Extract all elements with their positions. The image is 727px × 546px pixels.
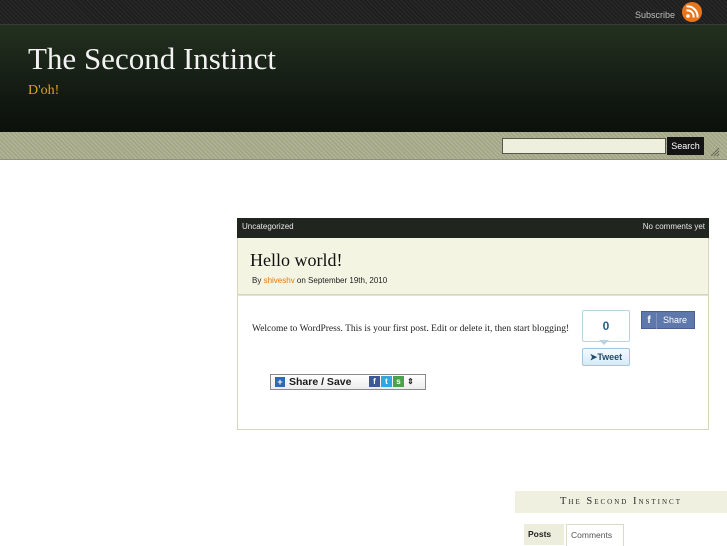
delicious-small-icon: s <box>393 376 404 387</box>
facebook-share-label: Share <box>663 315 688 325</box>
site-header: The Second Instinct D'oh! <box>0 24 727 133</box>
share-save-button[interactable]: + Share / Save f t s ⇕ <box>270 374 426 390</box>
post-header: Hello world! By shiveshv on September 19… <box>237 238 709 295</box>
post-date: on September 19th, 2010 <box>294 276 388 285</box>
search-input[interactable] <box>502 138 666 154</box>
share-save-label: Share / Save <box>289 376 352 388</box>
post-body: Welcome to WordPress. This is your first… <box>237 295 709 430</box>
share-plus-icon: + <box>275 377 285 387</box>
tweet-count-pointer <box>599 340 609 345</box>
tab-comments[interactable]: Comments <box>566 524 624 546</box>
post-content: Welcome to WordPress. This is your first… <box>252 324 570 334</box>
tab-posts[interactable]: Posts <box>524 524 564 545</box>
author-link[interactable]: shiveshv <box>264 276 295 285</box>
post-byline: By shiveshv on September 19th, 2010 <box>252 276 387 285</box>
resize-grip-icon <box>710 147 720 157</box>
facebook-share-button[interactable]: f Share <box>641 311 695 329</box>
sidebar-widget-title: The Second Instinct <box>515 491 727 513</box>
post-comments-link[interactable]: No comments yet <box>643 222 705 231</box>
top-bar: Subscribe <box>0 0 727 24</box>
post-title[interactable]: Hello world! <box>250 250 342 271</box>
tweet-button[interactable]: ➤Tweet <box>582 348 630 366</box>
facebook-small-icon: f <box>369 376 380 387</box>
twitter-small-icon: t <box>381 376 392 387</box>
search-button[interactable]: Search <box>667 137 704 155</box>
post-meta-bar: Uncategorized No comments yet <box>237 218 709 238</box>
site-tagline: D'oh! <box>28 83 60 98</box>
tweet-count[interactable]: 0 <box>582 310 630 342</box>
site-title[interactable]: The Second Instinct <box>28 41 276 77</box>
expand-arrows-icon: ⇕ <box>407 377 414 386</box>
facebook-icon: f <box>642 313 657 329</box>
share-service-icons: f t s ⇕ <box>369 376 417 388</box>
rss-icon[interactable] <box>679 1 705 23</box>
post-category-link[interactable]: Uncategorized <box>242 222 294 231</box>
subscribe-link[interactable]: Subscribe <box>635 10 675 20</box>
tweet-label: Tweet <box>597 352 623 362</box>
byline-prefix: By <box>252 276 264 285</box>
